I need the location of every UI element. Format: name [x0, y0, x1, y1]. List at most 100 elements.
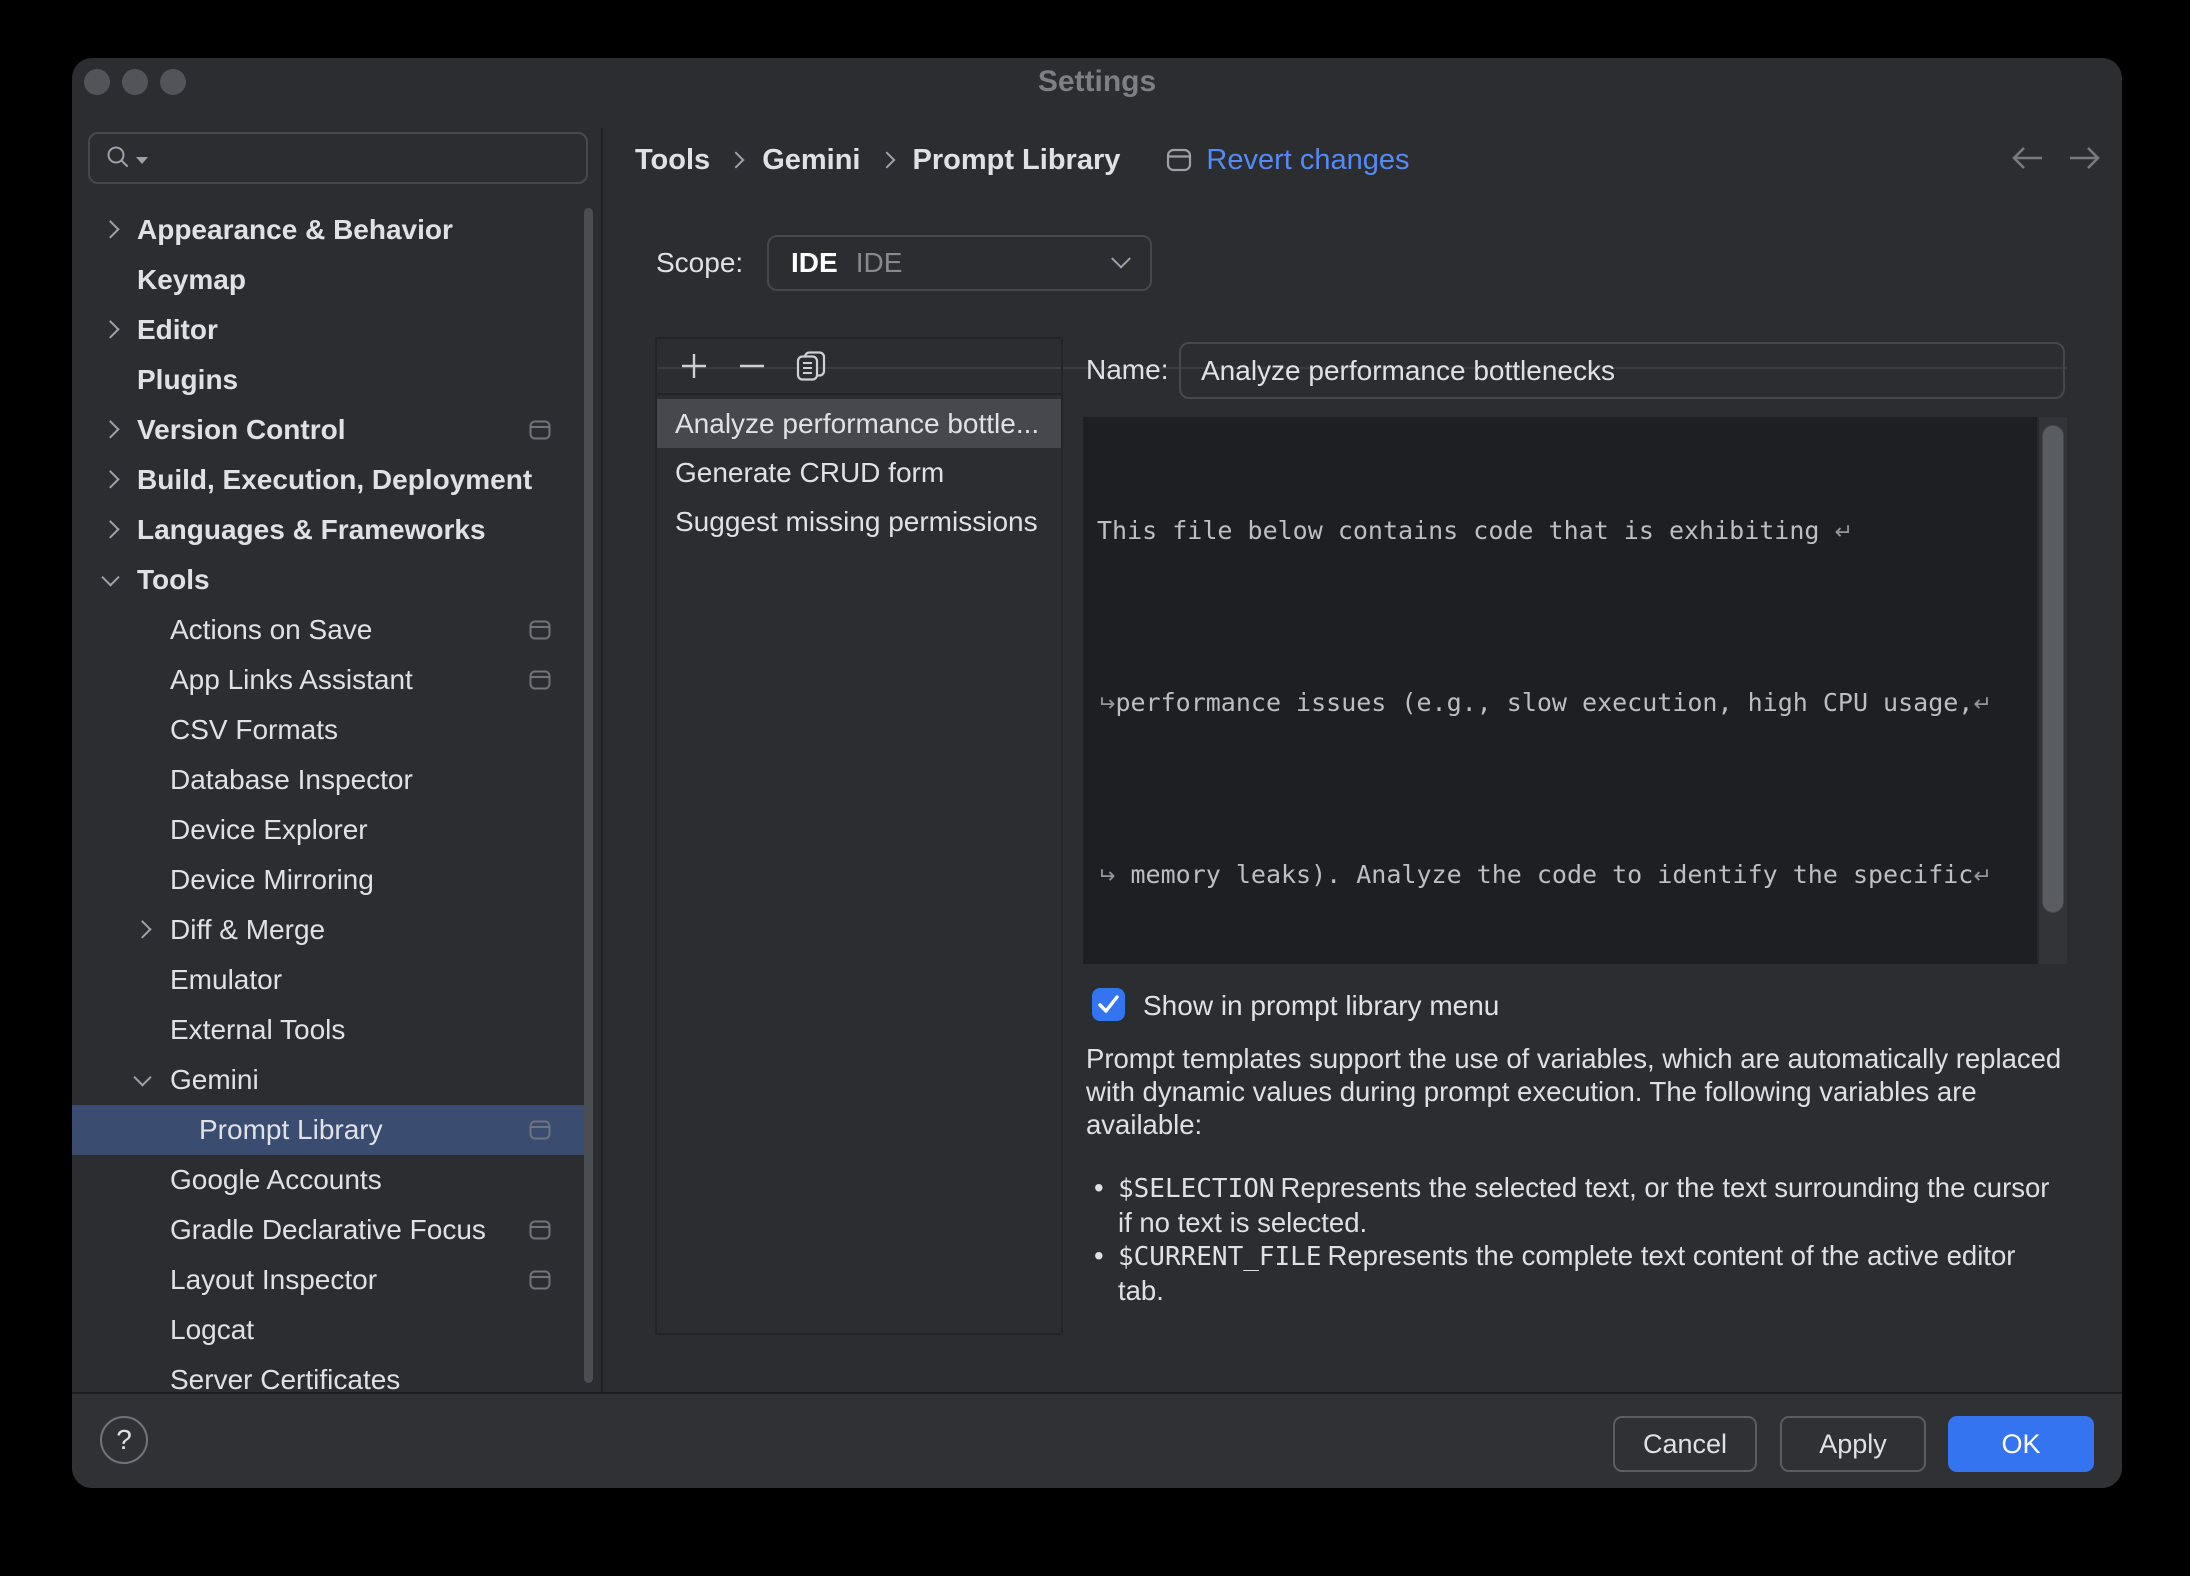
dialog-footer: ? Cancel Apply OK	[72, 1392, 2122, 1488]
settings-tree: Appearance & Behavior Keymap Editor Plug…	[72, 205, 585, 1405]
modified-indicator-icon	[529, 670, 551, 690]
prompt-list-item-label: Generate CRUD form	[675, 457, 944, 489]
breadcrumb-gemini[interactable]: Gemini	[762, 144, 860, 177]
sidebar-tree-item[interactable]: Gradle Declarative Focus	[72, 1205, 585, 1255]
sidebar-item-label: Keymap	[137, 264, 246, 296]
sidebar-item-label: Emulator	[170, 964, 282, 996]
help-button[interactable]: ?	[100, 1416, 148, 1464]
breadcrumb-tools[interactable]: Tools	[635, 144, 710, 177]
prompt-name-input[interactable]	[1179, 342, 2065, 399]
duplicate-prompt-button[interactable]	[795, 351, 827, 381]
sidebar-tree-item[interactable]: Build, Execution, Deployment	[72, 455, 585, 505]
name-label: Name:	[1086, 353, 1168, 387]
modified-indicator-icon	[529, 1220, 551, 1240]
prompt-list-item[interactable]: Generate CRUD form	[657, 448, 1061, 497]
prompt-text: This file below contains code that is ex…	[1097, 423, 2033, 958]
chevron-icon	[101, 420, 119, 438]
sidebar-tree-item[interactable]: Emulator	[72, 955, 585, 1005]
sidebar-tree-item[interactable]: Actions on Save	[72, 605, 585, 655]
forward-arrow-icon[interactable]	[2064, 142, 2106, 174]
sidebar-item-label: Languages & Frameworks	[137, 514, 486, 546]
variable-doc-item: $CURRENT_FILERepresents the complete tex…	[1086, 1239, 2061, 1307]
wrap-indicator-icon: ↵	[1097, 855, 1115, 898]
settings-window: Settings Appearance & Behavior Keymap Ed…	[72, 58, 2122, 1488]
sidebar-tree-item[interactable]: Logcat	[72, 1305, 585, 1355]
sidebar-item-label: External Tools	[170, 1014, 345, 1046]
scope-dropdown[interactable]: IDE IDE	[767, 235, 1152, 291]
sidebar-item-label: Gemini	[170, 1064, 259, 1096]
sidebar-tree-item[interactable]: App Links Assistant	[72, 655, 585, 705]
chevron-down-icon	[1111, 249, 1131, 269]
prompt-list-panel: Analyze performance bottle... Generate C…	[655, 337, 1063, 1335]
prompt-list-item-label: Analyze performance bottle...	[675, 408, 1039, 440]
sidebar-item-label: Appearance & Behavior	[137, 214, 453, 246]
settings-search-field[interactable]	[88, 132, 588, 184]
sidebar-tree-item[interactable]: Database Inspector	[72, 755, 585, 805]
sidebar-tree-item[interactable]: Keymap	[72, 255, 585, 305]
editor-scrollbar-thumb[interactable]	[2042, 425, 2064, 913]
sidebar-tree-item[interactable]: Layout Inspector	[72, 1255, 585, 1305]
chevron-icon	[101, 220, 119, 238]
add-prompt-button[interactable]	[679, 351, 709, 381]
modified-indicator-icon	[529, 620, 551, 640]
sidebar-item-label: Plugins	[137, 364, 238, 396]
sidebar-tree-item[interactable]: Plugins	[72, 355, 585, 405]
chevron-icon	[101, 470, 119, 488]
back-arrow-icon[interactable]	[2006, 142, 2048, 174]
variables-list: $SELECTIONRepresents the selected text, …	[1086, 1171, 2061, 1307]
scope-label: Scope:	[656, 246, 743, 280]
chevron-icon	[101, 568, 119, 586]
editor-line: ↵ memory leaks). Analyze the code to ide…	[1097, 853, 2033, 896]
cancel-button[interactable]: Cancel	[1613, 1416, 1757, 1472]
sidebar-tree-item[interactable]: Diff & Merge	[72, 905, 585, 955]
prompt-list: Analyze performance bottle... Generate C…	[657, 395, 1061, 546]
modified-indicator-icon	[529, 420, 551, 440]
variable-doc-item: $SELECTIONRepresents the selected text, …	[1086, 1171, 2061, 1239]
chevron-icon	[101, 320, 119, 338]
breadcrumb-separator-icon	[728, 152, 745, 169]
editor-scrollbar[interactable]	[2037, 417, 2067, 964]
settings-search-input[interactable]	[148, 137, 586, 179]
sidebar-tree-item[interactable]: Languages & Frameworks	[72, 505, 585, 555]
sidebar-item-label: Layout Inspector	[170, 1264, 377, 1296]
wrap-indicator-icon: ↵	[1835, 520, 1853, 545]
editor-line: This file below contains code that is ex…	[1097, 509, 2033, 552]
show-in-menu-label[interactable]: Show in prompt library menu	[1143, 989, 1499, 1022]
revert-changes-link[interactable]: Revert changes	[1206, 144, 1409, 177]
wrap-indicator-icon: ↵	[1973, 864, 1991, 889]
prompt-list-item[interactable]: Analyze performance bottle...	[657, 399, 1061, 448]
sidebar-tree-item[interactable]: Tools	[72, 555, 585, 605]
sidebar-tree-item[interactable]: Version Control	[72, 405, 585, 455]
sidebar-scrollbar[interactable]	[584, 208, 593, 1383]
sidebar-tree-item[interactable]: Device Explorer	[72, 805, 585, 855]
sidebar-item-label: Database Inspector	[170, 764, 413, 796]
sidebar-tree-item[interactable]: External Tools	[72, 1005, 585, 1055]
prompt-list-item[interactable]: Suggest missing permissions	[657, 497, 1061, 546]
search-options-caret-icon	[136, 157, 148, 164]
sidebar-tree-item[interactable]: CSV Formats	[72, 705, 585, 755]
modified-indicator-icon	[529, 1270, 551, 1290]
sidebar-tree-item[interactable]: Appearance & Behavior	[72, 205, 585, 255]
sidebar-item-label: Version Control	[137, 414, 345, 446]
ok-button[interactable]: OK	[1948, 1416, 2094, 1472]
sidebar-tree-item[interactable]: Gemini	[72, 1055, 585, 1105]
sidebar-item-label: Google Accounts	[170, 1164, 382, 1196]
breadcrumb: Tools Gemini Prompt Library Revert chang…	[635, 140, 1410, 180]
sidebar-tree-item[interactable]: Prompt Library	[72, 1105, 585, 1155]
breadcrumb-prompt-library[interactable]: Prompt Library	[913, 144, 1121, 177]
sidebar-tree-item[interactable]: Google Accounts	[72, 1155, 585, 1205]
chevron-icon	[133, 1068, 151, 1086]
prompt-text-editor[interactable]: This file below contains code that is ex…	[1083, 417, 2067, 964]
editor-line: ↵performance issues (e.g., slow executio…	[1097, 681, 2033, 724]
sidebar-tree-item[interactable]: Device Mirroring	[72, 855, 585, 905]
remove-prompt-button[interactable]	[737, 351, 767, 381]
variable-code: $CURRENT_FILE	[1118, 1242, 1322, 1272]
wrap-indicator-icon: ↵	[1973, 692, 1991, 717]
show-in-menu-checkbox[interactable]	[1092, 988, 1125, 1021]
sidebar-item-label: Diff & Merge	[170, 914, 325, 946]
sidebar-tree-item[interactable]: Editor	[72, 305, 585, 355]
apply-button[interactable]: Apply	[1780, 1416, 1926, 1472]
sidebar-item-label: Device Mirroring	[170, 864, 374, 896]
sidebar-item-label: Gradle Declarative Focus	[170, 1214, 486, 1246]
scope-value: IDE	[856, 247, 903, 279]
